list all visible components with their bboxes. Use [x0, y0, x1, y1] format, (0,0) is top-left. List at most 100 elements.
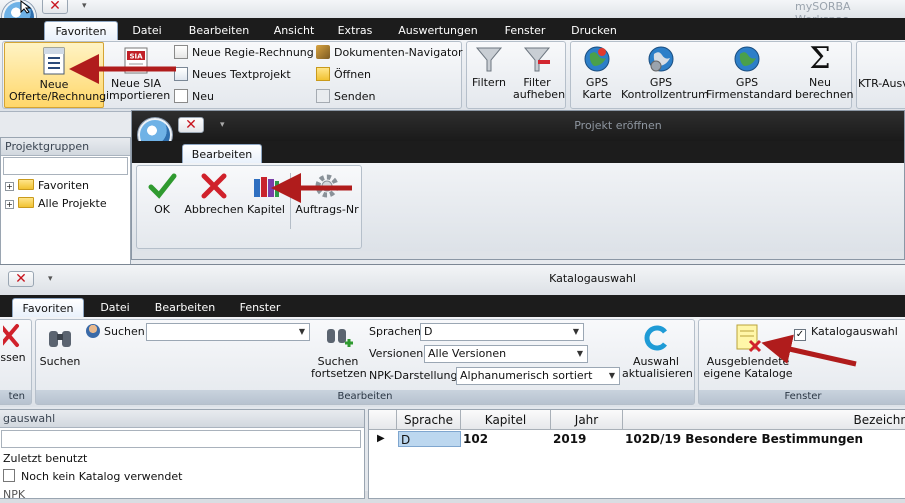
neue-offerte-button[interactable]: Neue Offerte/Rechnung — [4, 42, 106, 108]
column-header-sprache[interactable]: Sprache — [397, 410, 461, 430]
sprachen-combo[interactable]: D ▼ — [420, 323, 584, 341]
ktr-button[interactable]: KTR-Ausv — [858, 78, 905, 90]
neues-textprojekt-button[interactable]: Neues Textprojekt — [174, 66, 291, 84]
group-ktr — [856, 41, 905, 109]
cell-jahr[interactable]: 2019 — [553, 431, 586, 447]
senden-button[interactable]: Senden — [316, 88, 375, 106]
neu-berechnen-button[interactable]: Σ Neu berechnen — [792, 41, 854, 101]
separator — [290, 173, 291, 229]
ktr-label: KTR-Ausv — [858, 77, 905, 90]
gps-firmenstandard-label: GPS Firmenstandard — [706, 76, 793, 101]
auswahl-aktualisieren-button[interactable]: Auswahl aktualisieren — [622, 323, 693, 380]
envelope-icon — [316, 89, 330, 103]
books-icon — [254, 177, 279, 197]
tab-ansicht[interactable]: Ansicht — [266, 21, 322, 40]
katalog-suchen-button[interactable]: Suchen — [38, 323, 82, 368]
projekt-window-title: Projekt eröffnen — [574, 119, 662, 132]
column-header-jahr[interactable]: Jahr — [551, 410, 623, 430]
projektgruppen-filter-input[interactable] — [3, 157, 128, 175]
senden-label: Senden — [334, 90, 376, 103]
katalog-group-partial-label: ten — [0, 390, 31, 404]
tab-datei[interactable]: Datei — [124, 21, 170, 40]
close-icon[interactable]: ✕ — [42, 0, 68, 14]
projekt-qat-dropdown-icon[interactable]: ▾ — [220, 120, 225, 130]
katalog-filter-input[interactable] — [1, 430, 361, 448]
suchen-small-button[interactable]: Suchen — [86, 323, 145, 341]
neu-label: Neu — [192, 90, 214, 103]
cell-bezeichnung[interactable]: 102D/19 Besondere Bestimmungen — [625, 431, 863, 447]
chevron-down-icon[interactable]: ▼ — [295, 324, 309, 340]
qat-dropdown-icon[interactable]: ▾ — [82, 1, 87, 11]
tree-item-favoriten[interactable]: + Favoriten — [5, 177, 89, 194]
checkbox-checked-icon[interactable]: ✓ — [794, 329, 806, 341]
hidden-catalogs-icon — [736, 324, 762, 353]
filter-remove-icon — [523, 47, 551, 72]
tree-item-alle-projekte-label: Alle Projekte — [38, 197, 107, 210]
main-ribbon-tabs: Favoriten Datei Bearbeiten Ansicht Extra… — [0, 18, 905, 40]
tab-drucken[interactable]: Drucken — [565, 21, 623, 40]
kapitel-button[interactable]: Kapitel — [244, 171, 288, 216]
tree-item-alle-projekte[interactable]: + Alle Projekte — [5, 195, 107, 212]
auftrags-nr-button[interactable]: Auftrags-Nr — [292, 171, 362, 216]
suchen-fortsetzen-button[interactable]: Suchen fortsetzen — [310, 323, 367, 380]
gps-karte-button[interactable]: GPS Karte — [574, 44, 620, 101]
column-header-bezeichnung[interactable]: Bezeichn — [623, 410, 905, 430]
oeffnen-button[interactable]: Öffnen — [316, 66, 371, 84]
katalog-title-bar: Katalogauswahl — [0, 265, 905, 295]
katalog-qat-dropdown-icon[interactable]: ▾ — [48, 274, 53, 284]
suchen-combo[interactable]: ▼ — [146, 323, 310, 341]
abbrechen-button[interactable]: Abbrechen — [182, 171, 246, 216]
tab-bearbeiten[interactable]: Bearbeiten — [182, 21, 256, 40]
katalog-partial-label: ssen — [0, 351, 26, 364]
ausgeblendete-kataloge-button[interactable]: Ausgeblendete eigene Kataloge — [702, 323, 794, 380]
list-item-noch-kein-katalog[interactable]: Noch kein Katalog verwendet — [3, 468, 182, 485]
gps-firmenstandard-button[interactable]: GPS Firmenstandard — [704, 44, 793, 101]
chevron-down-icon[interactable]: ▼ — [573, 346, 587, 362]
katalog-tab-datei[interactable]: Datei — [92, 298, 138, 317]
npk-darstellung-combo[interactable]: Alphanumerisch sortiert ▼ — [456, 367, 620, 385]
projekt-tab-bearbeiten[interactable]: Bearbeiten — [182, 144, 262, 163]
expand-icon[interactable]: + — [5, 182, 14, 191]
tree-item-favoriten-label: Favoriten — [38, 179, 89, 192]
katalog-close-partial-button[interactable]: ssen — [0, 323, 28, 364]
cell-sprache[interactable]: D — [398, 431, 461, 447]
sigma-icon: Σ — [809, 41, 831, 76]
column-header-kapitel[interactable]: Kapitel — [461, 410, 551, 430]
gps-kontrollzentrum-button[interactable]: GPS Kontrollzentrum — [618, 44, 709, 101]
tab-favoriten[interactable]: Favoriten — [44, 21, 118, 40]
projektgruppen-header: Projektgruppen — [1, 138, 130, 156]
chevron-down-icon[interactable]: ▼ — [569, 324, 583, 340]
neue-sia-button[interactable]: SIA Neue SIA importieren — [104, 42, 170, 108]
open-folder-icon — [316, 67, 330, 81]
expand-icon[interactable]: + — [5, 200, 14, 209]
table-row[interactable]: ▶ D 102 2019 102D/19 Besondere Bestimmun… — [369, 431, 905, 448]
row-selector-icon[interactable]: ▶ — [377, 431, 385, 447]
list-item-zuletzt-benutzt[interactable]: Zuletzt benutzt — [3, 450, 87, 467]
neue-regie-button[interactable]: Neue Regie-Rechnung — [174, 44, 314, 62]
projekt-close-icon[interactable]: ✕ — [178, 117, 204, 133]
list-item-npk[interactable]: NPK — [3, 486, 25, 503]
chevron-down-icon[interactable]: ▼ — [605, 368, 619, 384]
katalogauswahl-checkbox[interactable]: ✓ Katalogauswahl — [794, 323, 898, 341]
tab-fenster[interactable]: Fenster — [498, 21, 552, 40]
binoculars-plus-icon — [327, 329, 353, 347]
katalog-tab-favoriten[interactable]: Favoriten — [12, 298, 84, 317]
katalogauswahl-window: Katalogauswahl ✕ ▾ Favoriten Datei Bearb… — [0, 264, 905, 501]
filter-aufheben-button[interactable]: Filter aufheben — [509, 44, 565, 101]
katalog-tab-fenster[interactable]: Fenster — [232, 298, 288, 317]
katalog-close-icon[interactable]: ✕ — [8, 271, 34, 287]
katalog-tab-bearbeiten[interactable]: Bearbeiten — [148, 298, 222, 317]
tab-extras[interactable]: Extras — [331, 21, 379, 40]
filtern-button[interactable]: Filtern — [469, 44, 509, 89]
svg-text:SIA: SIA — [129, 53, 143, 61]
ok-button[interactable]: OK — [142, 171, 182, 216]
tab-auswertungen[interactable]: Auswertungen — [392, 21, 484, 40]
cancel-x-icon — [201, 173, 227, 199]
neu-button[interactable]: Neu — [174, 88, 214, 106]
cell-kapitel[interactable]: 102 — [463, 431, 488, 447]
dokumenten-navigator-button[interactable]: Dokumenten-Navigator — [316, 44, 463, 62]
filtern-label: Filtern — [471, 76, 507, 89]
versionen-combo[interactable]: Alle Versionen ▼ — [424, 345, 588, 363]
projektgruppen-panel: Projektgruppen + Favoriten + Alle Projekte — [0, 137, 131, 267]
katalog-ribbon-tabs: Favoriten Datei Bearbeiten Fenster — [0, 295, 905, 317]
